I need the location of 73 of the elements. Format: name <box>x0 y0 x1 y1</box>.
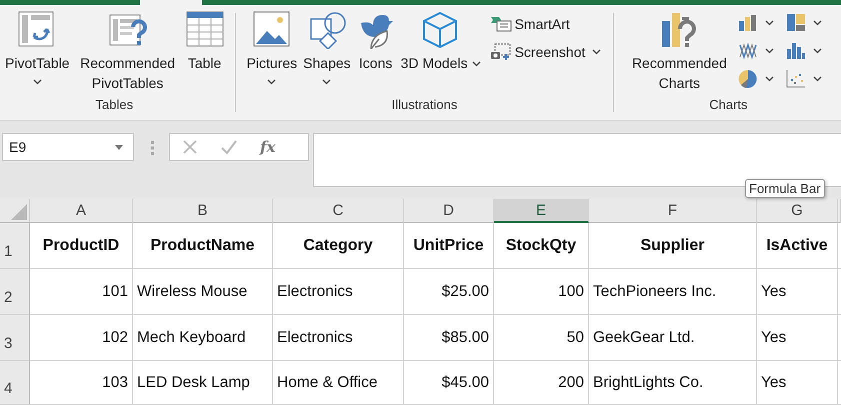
table-cell: Home & Office <box>273 361 404 405</box>
group-label: Charts <box>709 97 748 113</box>
table-cell: 102 <box>30 315 133 361</box>
table-cell: TechPioneers Inc. <box>589 269 757 315</box>
row-header[interactable]: 4 <box>0 361 30 405</box>
picture-icon <box>252 11 291 49</box>
name-box[interactable]: E9 <box>2 133 134 161</box>
table-cell: 100 <box>494 269 589 315</box>
table-cell: $45.00 <box>404 361 494 405</box>
screenshot-icon <box>490 43 512 61</box>
pie-chart-icon <box>738 69 758 89</box>
smartart-icon <box>490 15 512 33</box>
check-icon[interactable] <box>220 139 238 155</box>
table-cell: 103 <box>30 361 133 405</box>
table-cell: BrightLights Co. <box>589 361 757 405</box>
ribbon-button[interactable]: 3D Models <box>398 5 484 73</box>
table-cell: 200 <box>494 361 589 405</box>
ribbon-button[interactable]: PivotTable <box>2 5 73 85</box>
table-cell: Yes <box>757 361 838 405</box>
table-cell: Wireless Mouse <box>133 269 273 315</box>
group-label: Tables <box>96 97 134 113</box>
table-cell: UnitPrice <box>404 223 494 269</box>
ribbon-button[interactable]: Recommended PivotTables <box>72 5 183 93</box>
ribbon-button[interactable]: Shapes <box>300 5 354 85</box>
table-cell: ProductID <box>30 223 133 269</box>
histogram-chart-icon <box>786 41 806 61</box>
column-header[interactable]: E <box>494 199 589 223</box>
row-header[interactable]: 3 <box>0 315 30 361</box>
ribbon-button[interactable]: Pictures <box>244 5 300 85</box>
ribbon-button[interactable]: Icons <box>354 5 398 73</box>
column-header[interactable]: G <box>757 199 838 223</box>
column-header[interactable]: F <box>589 199 757 223</box>
scatter-chart-icon <box>786 69 806 89</box>
table-cell: Mech Keyboard <box>133 315 273 361</box>
table-cell: Yes <box>757 315 838 361</box>
cancel-icon[interactable] <box>182 139 198 155</box>
row-header[interactable]: 2 <box>0 269 30 315</box>
cube-icon <box>422 11 460 49</box>
dropdown-arrow-icon <box>115 144 123 150</box>
column-chart-icon <box>738 13 758 33</box>
table-cell: LED Desk Lamp <box>133 361 273 405</box>
pivot-table-icon <box>18 11 56 49</box>
table-cell: ProductName <box>133 223 273 269</box>
table-icon <box>186 11 224 49</box>
grip-icon <box>151 141 154 155</box>
group-label: Illustrations <box>392 97 458 113</box>
table-cell: StockQty <box>494 223 589 269</box>
table-cell: Category <box>273 223 404 269</box>
insert-function-button[interactable]: fx <box>260 138 276 156</box>
table-cell: IsActive <box>757 223 838 269</box>
table-cell: Yes <box>757 269 838 315</box>
table-cell: GeekGear Ltd. <box>589 315 757 361</box>
table-cell: Electronics <box>273 315 404 361</box>
ribbon-button[interactable]: SmartArt <box>490 13 602 35</box>
table-cell: 101 <box>30 269 133 315</box>
treemap-chart-icon <box>786 13 806 33</box>
table-cell: Electronics <box>273 269 404 315</box>
column-header[interactable]: B <box>133 199 273 223</box>
chart-question-icon <box>660 11 698 49</box>
table-cell: Supplier <box>589 223 757 269</box>
line-chart-icon <box>738 41 758 61</box>
table-cell: 50 <box>494 315 589 361</box>
shapes-icon <box>308 11 346 49</box>
ribbon-button[interactable]: Recommended Charts <box>622 5 736 93</box>
ribbon-button[interactable]: Screenshot <box>490 41 602 63</box>
row-header[interactable]: 1 <box>0 223 30 269</box>
column-header[interactable]: D <box>404 199 494 223</box>
column-header[interactable]: C <box>273 199 404 223</box>
column-header[interactable]: A <box>30 199 133 223</box>
table-cell: $25.00 <box>404 269 494 315</box>
ribbon-button[interactable]: Table <box>182 5 227 73</box>
tooltip: Formula Bar <box>745 179 825 198</box>
table-cell: $85.00 <box>404 315 494 361</box>
